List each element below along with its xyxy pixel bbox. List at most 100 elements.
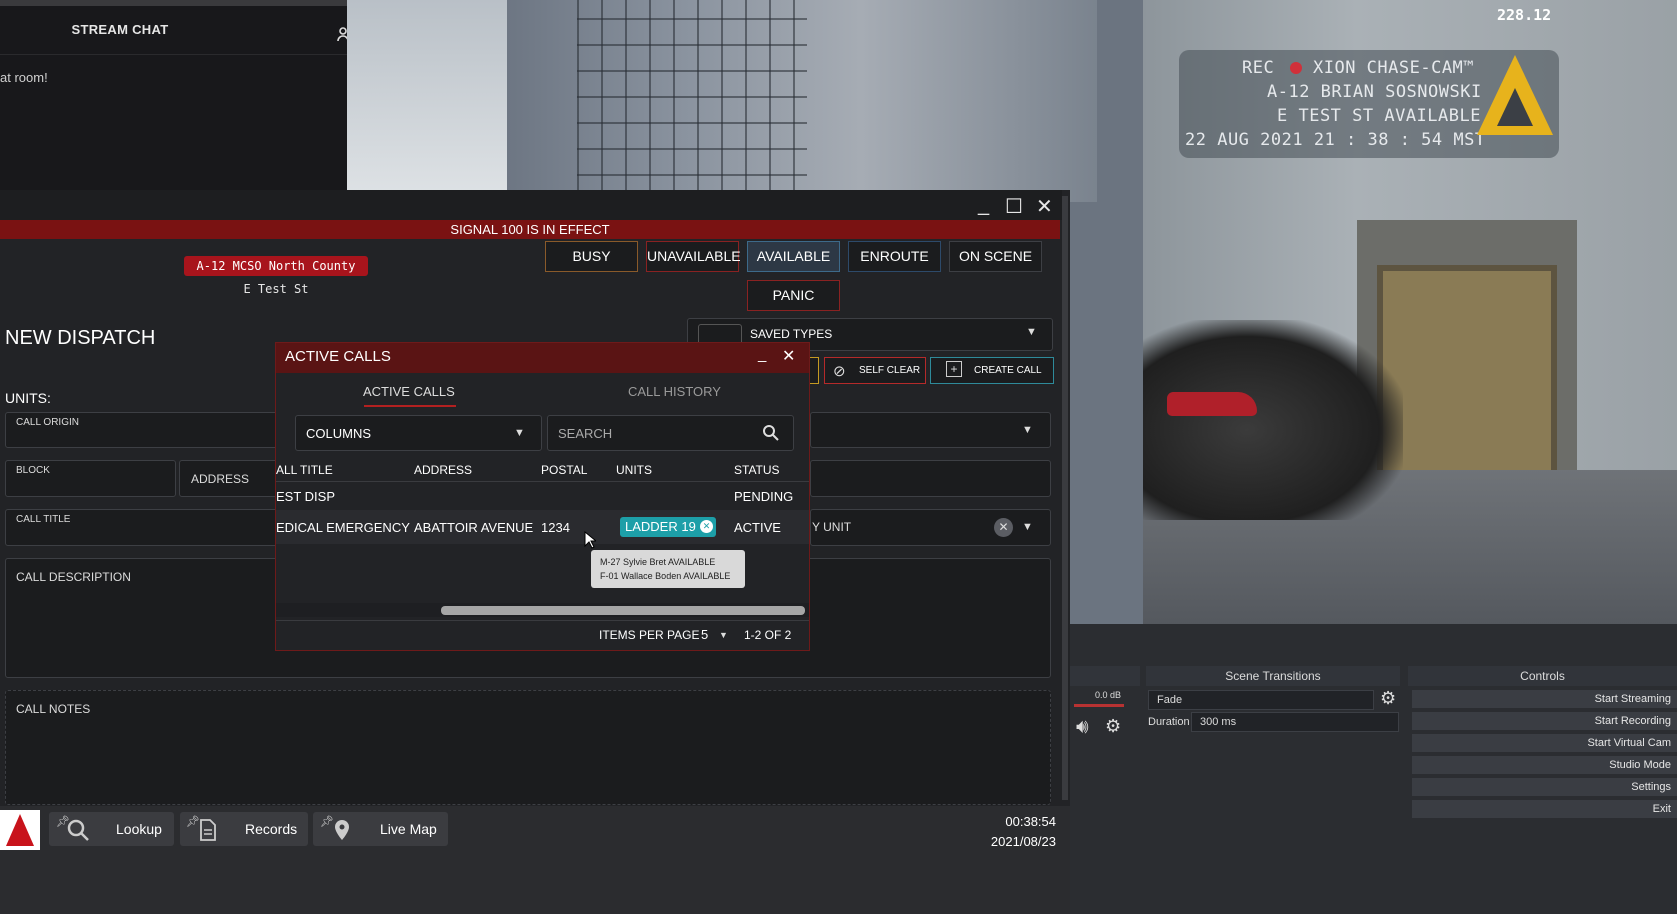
- live-map-label: Live Map: [380, 821, 437, 837]
- pagination-range: 1-2 OF 2: [744, 628, 792, 642]
- volume-icon[interactable]: 🔊︎: [1076, 716, 1089, 739]
- clock: 00:38:54 2021/08/23: [960, 812, 1056, 852]
- exit-button[interactable]: Exit: [1412, 800, 1677, 818]
- start-streaming-button[interactable]: Start Streaming: [1412, 690, 1677, 708]
- window-scrollbar[interactable]: [1062, 196, 1068, 800]
- search-icon[interactable]: [762, 424, 780, 442]
- items-per-page-select[interactable]: 5: [701, 627, 708, 642]
- block-icon: ⊘: [833, 363, 846, 380]
- transition-select[interactable]: Fade: [1148, 690, 1374, 710]
- horizontal-scrollbar[interactable]: [441, 606, 805, 615]
- studio-mode-button[interactable]: Studio Mode: [1412, 756, 1677, 774]
- tower-windows: [577, 0, 807, 202]
- row1-title[interactable]: EST DISP: [276, 489, 335, 504]
- cam-name: XION CHASE-CAM™: [1313, 58, 1475, 78]
- chevron-down-icon: ▼: [1022, 521, 1033, 533]
- overlay-timestamp: 22 AUG 2021 21 : 38 : 54 MST: [1185, 130, 1486, 150]
- unit-select-label: Y UNIT: [812, 520, 852, 534]
- police-car: [1143, 320, 1403, 520]
- map-pin-icon: [335, 820, 349, 840]
- search-placeholder: SEARCH: [558, 426, 613, 441]
- start-virtual-cam-button[interactable]: Start Virtual Cam: [1412, 734, 1677, 752]
- units-tooltip: M-27 Sylvie Bret AVAILABLE F-01 Wallace …: [591, 550, 745, 588]
- rec-dot-icon: [1290, 62, 1302, 74]
- fps-counter: 228.12: [1497, 6, 1552, 24]
- columns-label: COLUMNS: [306, 426, 372, 441]
- col-units[interactable]: UNITS: [616, 463, 652, 477]
- sky-backdrop: [347, 0, 507, 202]
- transition-gear-icon[interactable]: ⚙: [1380, 688, 1396, 709]
- panic-button[interactable]: PANIC: [747, 280, 840, 311]
- row2-title[interactable]: EDICAL EMERGENCY: [276, 520, 410, 535]
- chip-remove-icon[interactable]: ✕: [700, 520, 713, 533]
- lookup-label: Lookup: [116, 821, 162, 837]
- clock-date: 2021/08/23: [990, 834, 1056, 849]
- row2-status: ACTIVE: [734, 520, 781, 535]
- modal-minimize-button[interactable]: _: [758, 346, 766, 363]
- active-tab-indicator: [364, 405, 456, 407]
- col-address[interactable]: ADDRESS: [414, 463, 472, 477]
- col-postal[interactable]: POSTAL: [541, 463, 587, 477]
- chevron-down-icon: ▼: [514, 427, 525, 439]
- search-icon: [67, 819, 89, 841]
- gear-icon[interactable]: ⚙: [1105, 716, 1121, 737]
- car-tail-light: [1167, 392, 1257, 416]
- unit-badge: A-12 MCSO North County: [184, 256, 368, 276]
- officer-name: A-12 BRIAN SOSNOWSKI: [1267, 82, 1482, 102]
- available-button[interactable]: AVAILABLE: [747, 241, 840, 272]
- call-notes-label: CALL NOTES: [16, 702, 91, 716]
- address-label: ADDRESS: [191, 472, 250, 486]
- on-scene-button[interactable]: ON SCENE: [949, 241, 1042, 272]
- scene-transitions-header: Scene Transitions: [1146, 666, 1400, 686]
- rec-label: REC: [1242, 58, 1275, 78]
- block-label: BLOCK: [16, 465, 50, 476]
- duration-input[interactable]: 300 ms: [1191, 712, 1399, 732]
- plus-icon: +: [946, 361, 962, 377]
- col-call-title[interactable]: ALL TITLE: [276, 463, 333, 477]
- cursor-icon: [584, 531, 596, 549]
- chevron-down-icon: ▼: [1026, 326, 1037, 338]
- window-titlebar: [0, 190, 1062, 220]
- stream-chat-panel: STREAM CHAT at room!: [0, 0, 354, 202]
- officer-status: E TEST ST AVAILABLE: [1277, 106, 1481, 126]
- tab-active-calls[interactable]: ACTIVE CALLS: [363, 384, 455, 399]
- divider: [0, 54, 347, 55]
- unit-chip-label: LADDER 19: [625, 519, 696, 534]
- chevron-down-icon: ▼: [719, 630, 728, 640]
- tab-call-history[interactable]: CALL HISTORY: [628, 384, 721, 399]
- stream-chat-title: STREAM CHAT: [71, 22, 169, 37]
- records-label: Records: [245, 821, 298, 837]
- chat-message: at room!: [0, 70, 48, 85]
- call-description-label: CALL DESCRIPTION: [16, 570, 131, 584]
- col-status[interactable]: STATUS: [734, 463, 780, 477]
- modal-close-button[interactable]: ✕: [782, 346, 795, 366]
- audio-db: 0.0 dB: [1095, 690, 1122, 700]
- edge-button[interactable]: [809, 357, 819, 384]
- app-logo[interactable]: [0, 810, 40, 850]
- busy-button[interactable]: BUSY: [545, 241, 638, 272]
- row1-status: PENDING: [734, 489, 794, 504]
- tooltip-line: M-27 Sylvie Bret AVAILABLE: [600, 557, 716, 567]
- obs-audio-header: [1070, 666, 1140, 686]
- address-extension[interactable]: [810, 460, 1051, 497]
- call-notes-field[interactable]: [5, 690, 1051, 805]
- unavailable-button[interactable]: UNAVAILABLE: [646, 241, 741, 272]
- items-per-page-label: ITEMS PER PAGE: [599, 628, 700, 642]
- units-label: UNITS:: [5, 390, 51, 406]
- signal-banner: SIGNAL 100 IS IN EFFECT: [0, 220, 1060, 239]
- start-recording-button[interactable]: Start Recording: [1412, 712, 1677, 730]
- pin-icon: 📌︎: [186, 816, 200, 828]
- settings-button[interactable]: Settings: [1412, 778, 1677, 796]
- close-button[interactable]: ✕: [1036, 194, 1053, 219]
- enroute-button[interactable]: ENROUTE: [848, 241, 941, 272]
- pin-icon: 📌︎: [320, 816, 334, 828]
- row2-address: ABATTOIR AVENUE: [414, 520, 534, 535]
- active-calls-title: ACTIVE CALLS: [285, 348, 391, 365]
- minimize-button[interactable]: _: [978, 194, 989, 217]
- maximize-button[interactable]: ☐: [1005, 194, 1023, 219]
- xion-logo-inner: [1497, 88, 1533, 126]
- saved-types-label: SAVED TYPES: [750, 327, 833, 341]
- call-origin-select[interactable]: [810, 412, 1051, 448]
- divider: [276, 620, 809, 621]
- clear-icon[interactable]: ✕: [994, 518, 1013, 537]
